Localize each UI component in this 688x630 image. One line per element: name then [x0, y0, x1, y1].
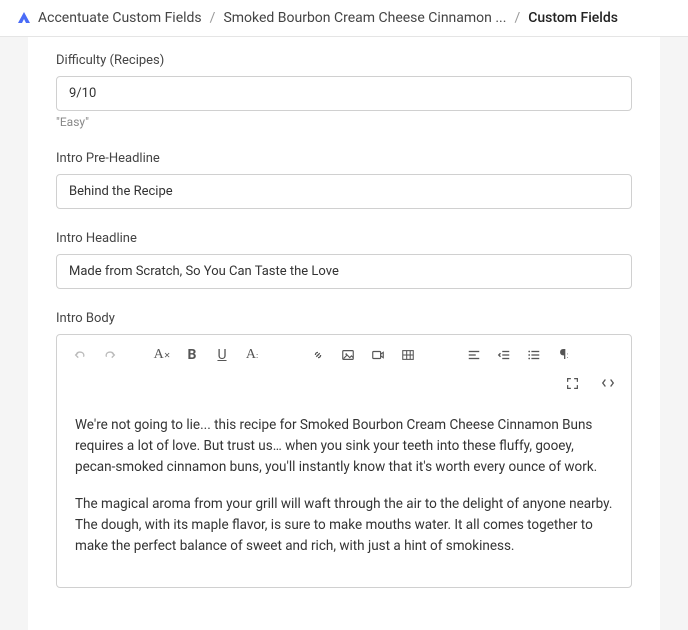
field-label-pre-headline: Intro Pre-Headline — [56, 151, 632, 166]
field-label-body: Intro Body — [56, 311, 632, 326]
field-difficulty: Difficulty (Recipes) "Easy" — [56, 53, 632, 129]
undo-button[interactable] — [67, 343, 93, 367]
editor-toolbar-secondary — [57, 371, 631, 401]
editor-content[interactable]: We're not going to lie... this recipe fo… — [57, 401, 631, 587]
field-label-difficulty: Difficulty (Recipes) — [56, 53, 632, 68]
underline-button[interactable]: U — [209, 343, 235, 367]
image-button[interactable] — [335, 343, 361, 367]
field-pre-headline: Intro Pre-Headline — [56, 151, 632, 209]
list-button[interactable] — [521, 343, 547, 367]
editor-toolbar: A✕ B U A: — [57, 335, 631, 371]
bold-button[interactable]: B — [179, 343, 205, 367]
page-content: Difficulty (Recipes) "Easy" Intro Pre-He… — [28, 37, 660, 630]
body-paragraph-1: We're not going to lie... this recipe fo… — [75, 415, 613, 478]
body-paragraph-2: The magical aroma from your grill will w… — [75, 494, 613, 557]
fullscreen-button[interactable] — [559, 371, 585, 395]
breadcrumb-app[interactable]: Accentuate Custom Fields — [38, 10, 202, 26]
outdent-button[interactable] — [491, 343, 517, 367]
align-left-button[interactable] — [461, 343, 487, 367]
clear-format-button[interactable]: A✕ — [149, 343, 175, 367]
rich-text-editor: A✕ B U A: — [56, 334, 632, 588]
video-button[interactable] — [365, 343, 391, 367]
breadcrumb-separator: / — [514, 10, 520, 26]
breadcrumb-separator: / — [210, 10, 216, 26]
font-size-button[interactable]: A: — [239, 343, 265, 367]
app-logo-icon — [16, 10, 32, 26]
breadcrumb-item[interactable]: Smoked Bourbon Cream Cheese Cinnamon ... — [223, 10, 506, 26]
difficulty-hint: "Easy" — [56, 115, 632, 129]
field-body: Intro Body A✕ B U A: — [56, 311, 632, 588]
code-view-button[interactable] — [595, 371, 621, 395]
redo-button[interactable] — [97, 343, 123, 367]
headline-input[interactable] — [56, 254, 632, 289]
table-button[interactable] — [395, 343, 421, 367]
breadcrumb-current: Custom Fields — [528, 10, 618, 26]
link-button[interactable] — [305, 343, 331, 367]
field-headline: Intro Headline — [56, 231, 632, 289]
paragraph-format-button[interactable]: ¶: — [551, 343, 577, 367]
pre-headline-input[interactable] — [56, 174, 632, 209]
difficulty-input[interactable] — [56, 76, 632, 111]
field-label-headline: Intro Headline — [56, 231, 632, 246]
breadcrumb-bar: Accentuate Custom Fields / Smoked Bourbo… — [0, 0, 688, 37]
